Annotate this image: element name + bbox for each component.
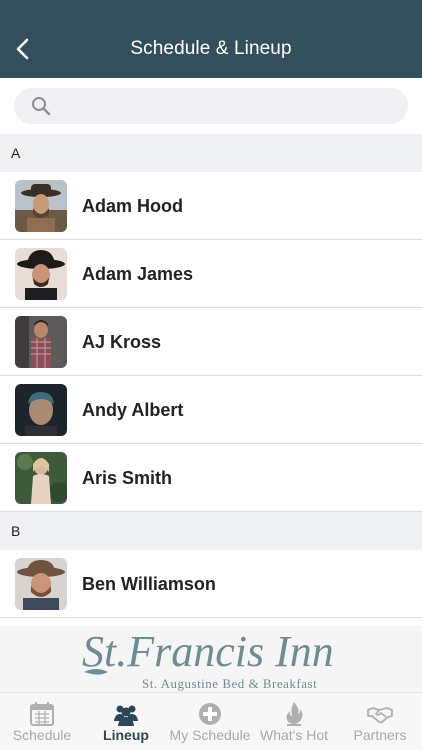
search-bar-container [0,78,422,134]
artist-row-aj-kross[interactable]: AJ Kross [0,308,422,376]
artist-photo [15,558,67,610]
calendar-icon [29,701,55,727]
tab-label: Lineup [103,727,149,743]
artist-row-adam-hood[interactable]: Adam Hood [0,172,422,240]
artist-photo [15,384,67,436]
artist-list: A Adam Hood Adam James AJ Kross Andy Alb… [0,134,422,618]
artist-row-adam-james[interactable]: Adam James [0,240,422,308]
tab-label: What's Hot [259,727,329,743]
banner-tagline: St. Augustine Bed & Breakfast [142,676,317,691]
artist-photo [15,248,67,300]
artist-name: Andy Albert [82,400,184,420]
tab-whats-hot[interactable]: What's Hot [252,693,336,750]
tab-lineup[interactable]: Lineup [84,693,168,750]
tab-label: My Schedule [169,727,251,743]
search-bar[interactable] [14,88,408,124]
flame-icon [281,701,307,727]
artist-photo [15,316,67,368]
artist-photo [15,180,67,232]
section-header-b: B [0,512,422,550]
section-header-a: A [0,134,422,172]
artist-name: Adam Hood [82,196,183,216]
artist-name: AJ Kross [82,332,162,352]
tab-my-schedule[interactable]: My Schedule [168,693,252,750]
artist-name: Adam James [82,264,194,284]
people-icon [113,701,139,727]
tab-label: Schedule [12,727,72,743]
search-input[interactable] [62,88,392,124]
artist-row-ben-williamson[interactable]: Ben Williamson [0,550,422,618]
app-header: Schedule & Lineup [0,0,422,78]
artist-row-aris-smith[interactable]: Aris Smith [0,444,422,512]
artist-row-andy-albert[interactable]: Andy Albert [0,376,422,444]
artist-name: Ben Williamson [82,574,216,594]
plus-circle-icon [197,701,223,727]
artist-photo [15,452,67,504]
tab-schedule[interactable]: Schedule [0,693,84,750]
search-icon [31,96,51,116]
tab-partners[interactable]: Partners [338,693,422,750]
tab-label: Partners [353,727,407,743]
banner-logo-text: St.Francis Inn [82,627,334,676]
artist-name: Aris Smith [82,468,173,488]
handshake-icon [367,701,393,727]
bottom-tab-bar: Schedule Lineup My Schedule What's Hot P… [0,692,422,750]
sponsor-banner[interactable]: St.Francis Inn St. Augustine Bed & Break… [0,626,422,692]
page-title: Schedule & Lineup [130,38,292,59]
